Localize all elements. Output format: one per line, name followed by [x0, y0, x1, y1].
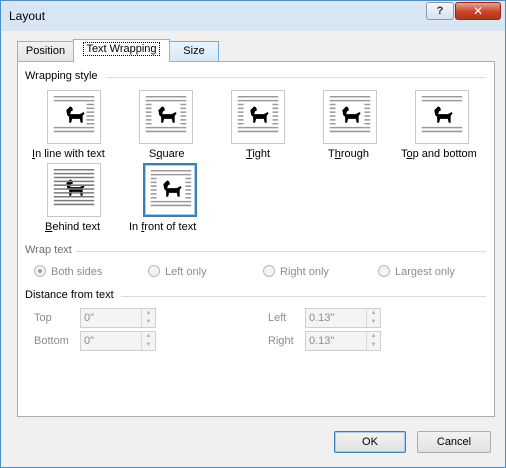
- wrap-top-bottom-button[interactable]: [415, 90, 469, 144]
- top-value: 0": [84, 312, 95, 324]
- wrap-square-label[interactable]: Square: [149, 148, 185, 160]
- radio-right-only-label: Right only: [280, 266, 329, 278]
- spin-up-icon[interactable]: ▲: [142, 332, 155, 341]
- bottom-spinner[interactable]: 0" ▲ ▼: [80, 331, 156, 351]
- top-spinner[interactable]: 0" ▲ ▼: [80, 308, 156, 328]
- cancel-button[interactable]: Cancel: [417, 431, 491, 453]
- wrapping-style-heading: Wrapping style: [25, 70, 98, 82]
- spin-up-icon[interactable]: ▲: [367, 309, 380, 318]
- wrap-tight-label[interactable]: Tight: [246, 148, 270, 160]
- left-label: Left: [268, 312, 287, 324]
- tab-size-label: Size: [183, 45, 205, 57]
- right-value: 0.13": [309, 335, 335, 347]
- radio-both-sides[interactable]: Both sides: [34, 265, 102, 278]
- radio-left-only[interactable]: Left only: [148, 265, 207, 278]
- wrap-text-divider: [76, 251, 486, 252]
- wrap-behind-label[interactable]: Behind text: [45, 221, 100, 233]
- wrap-top-bottom-label[interactable]: Top and bottom: [401, 148, 477, 160]
- wrapping-style-divider: [106, 77, 486, 78]
- wrap-inline-label[interactable]: In line with text: [32, 148, 105, 160]
- left-spinner-arrows[interactable]: ▲ ▼: [366, 309, 380, 327]
- window-title: Layout: [9, 9, 46, 23]
- wrap-through-button[interactable]: [323, 90, 377, 144]
- radio-left-only-label: Left only: [165, 266, 207, 278]
- radio-largest-only-label: Largest only: [395, 266, 455, 278]
- bottom-spinner-arrows[interactable]: ▲ ▼: [141, 332, 155, 350]
- distance-divider: [121, 296, 486, 297]
- radio-largest-only-indicator: [378, 265, 390, 277]
- tab-size[interactable]: Size: [169, 41, 219, 61]
- left-value: 0.13": [309, 312, 335, 324]
- bottom-value: 0": [84, 335, 95, 347]
- tab-text-wrapping[interactable]: Text Wrapping: [73, 39, 170, 62]
- radio-right-only[interactable]: Right only: [263, 265, 329, 278]
- wrap-inline-icon: [53, 96, 95, 133]
- ok-button[interactable]: OK: [334, 431, 406, 453]
- spin-down-icon[interactable]: ▼: [367, 341, 380, 350]
- wrap-square-button[interactable]: [139, 90, 193, 144]
- spin-up-icon[interactable]: ▲: [142, 309, 155, 318]
- radio-left-only-indicator: [148, 265, 160, 277]
- wrap-inline-button[interactable]: [47, 90, 101, 144]
- radio-both-sides-label: Both sides: [51, 266, 103, 278]
- tab-text-wrapping-label: Text Wrapping: [83, 42, 160, 56]
- wrap-behind-icon: [53, 169, 95, 206]
- distance-heading: Distance from text: [25, 289, 114, 301]
- spin-up-icon[interactable]: ▲: [367, 332, 380, 341]
- title-bar: Layout ? ✕: [1, 1, 505, 31]
- left-spinner[interactable]: 0.13" ▲ ▼: [305, 308, 381, 328]
- radio-largest-only[interactable]: Largest only: [378, 265, 455, 278]
- layout-dialog: Layout ? ✕ Position Text Wrapping Size W…: [0, 0, 506, 468]
- right-spinner[interactable]: 0.13" ▲ ▼: [305, 331, 381, 351]
- wrap-text-heading: Wrap text: [25, 244, 72, 256]
- wrap-tight-icon: [237, 96, 279, 133]
- bottom-label: Bottom: [34, 335, 69, 347]
- wrap-front-icon: [150, 170, 192, 207]
- tab-position-label: Position: [25, 45, 66, 57]
- top-label: Top: [34, 312, 52, 324]
- close-button[interactable]: ✕: [455, 2, 501, 20]
- text-wrapping-panel: Wrapping style Wrap text Both sides Left…: [17, 61, 495, 417]
- wrap-front-button[interactable]: [143, 163, 197, 217]
- spin-down-icon[interactable]: ▼: [142, 318, 155, 327]
- wrap-tight-button[interactable]: [231, 90, 285, 144]
- wrap-top-bottom-icon: [421, 96, 463, 133]
- radio-right-only-indicator: [263, 265, 275, 277]
- right-label: Right: [268, 335, 294, 347]
- spin-down-icon[interactable]: ▼: [142, 341, 155, 350]
- wrap-behind-button[interactable]: [47, 163, 101, 217]
- help-button[interactable]: ?: [426, 2, 454, 20]
- right-spinner-arrows[interactable]: ▲ ▼: [366, 332, 380, 350]
- spin-down-icon[interactable]: ▼: [367, 318, 380, 327]
- radio-both-sides-indicator: [34, 265, 46, 277]
- tab-position[interactable]: Position: [17, 41, 74, 61]
- wrap-through-label[interactable]: Through: [328, 148, 369, 160]
- wrap-square-icon: [145, 96, 187, 133]
- wrap-front-label[interactable]: In front of text: [129, 221, 196, 233]
- wrap-through-icon: [329, 96, 371, 133]
- top-spinner-arrows[interactable]: ▲ ▼: [141, 309, 155, 327]
